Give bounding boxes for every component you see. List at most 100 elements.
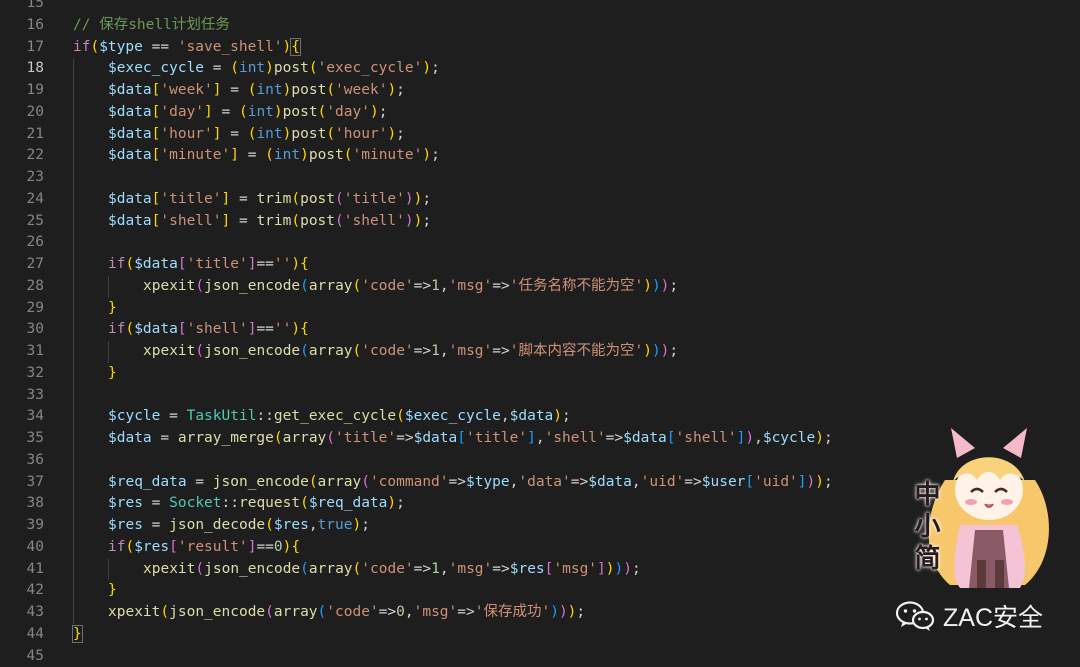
code-token: ( (361, 474, 370, 490)
watermark-text: ZAC安全 (943, 598, 1043, 634)
code-line[interactable]: 23 (0, 167, 1080, 189)
code-token: , (440, 561, 449, 577)
code-token: ; (396, 126, 405, 142)
code-line[interactable]: 17if($type == 'save_shell'){ (0, 37, 1080, 59)
code-token: 'day' (160, 104, 204, 120)
code-token: 'msg' (449, 561, 493, 577)
code-token: true (318, 517, 353, 533)
code-token: = (160, 408, 186, 424)
code-text: $res = Socket::request($req_data); (108, 493, 405, 515)
code-token: ) (422, 147, 431, 163)
code-token: post (283, 104, 318, 120)
code-line[interactable]: 25$data['shell'] = trim(post('shell')); (0, 211, 1080, 233)
code-token: == (256, 539, 273, 555)
code-token: ) (606, 561, 615, 577)
code-token: $data (588, 474, 632, 490)
code-line[interactable]: 32} (0, 363, 1080, 385)
code-line[interactable]: 20$data['day'] = (int)post('day'); (0, 102, 1080, 124)
code-token: 'msg' (449, 343, 493, 359)
code-token: ; (422, 191, 431, 207)
code-token: 'title' (187, 256, 248, 272)
code-text: $cycle = TaskUtil::get_exec_cycle($exec_… (108, 406, 571, 428)
code-line[interactable]: 45 (0, 646, 1080, 667)
code-line[interactable]: 18$exec_cycle = (int)post('exec_cycle'); (0, 58, 1080, 80)
code-token: if (73, 39, 90, 55)
indent-guide (73, 211, 74, 233)
code-token: $data (623, 430, 667, 446)
code-token: $data (108, 213, 152, 229)
code-token: 'week' (335, 82, 387, 98)
code-token: [ (178, 256, 187, 272)
code-line[interactable]: 33 (0, 385, 1080, 407)
code-line[interactable]: 31xpexit(json_encode(array('code'=>1,'ms… (0, 341, 1080, 363)
code-token: 'result' (178, 539, 248, 555)
code-token: TaskUtil (187, 408, 257, 424)
indent-guide (73, 363, 74, 385)
code-line[interactable]: 16// 保存shell计划任务 (0, 15, 1080, 37)
code-text: $data['hour'] = (int)post('hour'); (108, 124, 405, 146)
code-token: ( (239, 104, 248, 120)
code-token: if (108, 539, 125, 555)
code-token: '任务名称不能为空' (510, 278, 643, 294)
code-token: post (291, 126, 326, 142)
line-number: 29 (0, 298, 44, 320)
line-number: 21 (0, 124, 44, 146)
code-token: ) (265, 60, 274, 76)
code-token: ) (550, 604, 559, 620)
code-line[interactable]: 30if($data['shell']==''){ (0, 319, 1080, 341)
line-number: 19 (0, 80, 44, 102)
code-token: 'code' (361, 343, 413, 359)
code-token: ) (387, 82, 396, 98)
code-line[interactable]: 22$data['minute'] = (int)post('minute'); (0, 145, 1080, 167)
code-token: ( (265, 604, 274, 620)
code-token: $user (702, 474, 746, 490)
code-line[interactable]: 19$data['week'] = (int)post('week'); (0, 80, 1080, 102)
code-text: $data['day'] = (int)post('day'); (108, 102, 387, 124)
code-token: $data (108, 82, 152, 98)
code-token: ) (300, 147, 309, 163)
code-token: get_exec_cycle (274, 408, 396, 424)
code-token: array (283, 430, 327, 446)
code-token: $data (108, 430, 152, 446)
line-number: 23 (0, 167, 44, 189)
line-number: 18 (0, 58, 44, 80)
indent-guide (73, 537, 74, 559)
code-token: ] (213, 126, 222, 142)
code-token: 'title' (466, 430, 527, 446)
code-token: = (222, 126, 248, 142)
line-number: 30 (0, 319, 44, 341)
code-token: ( (90, 39, 99, 55)
code-token: } (73, 626, 82, 642)
code-token: ; (669, 343, 678, 359)
code-token: = (143, 495, 169, 511)
code-line[interactable]: 24$data['title'] = trim(post('title')); (0, 189, 1080, 211)
code-text: } (108, 363, 117, 385)
code-token: ( (335, 191, 344, 207)
code-token: trim (256, 213, 291, 229)
line-number: 15 (0, 0, 44, 15)
code-token: 'title' (160, 191, 221, 207)
code-token: post (300, 213, 335, 229)
code-token: ( (326, 82, 335, 98)
code-line[interactable]: 26 (0, 232, 1080, 254)
code-line[interactable]: 21 $data['hour'] = (int)post('hour'); (0, 124, 1080, 146)
code-line[interactable]: 27if($data['title']==''){ (0, 254, 1080, 276)
indent-guide (73, 167, 74, 189)
code-line[interactable]: 29} (0, 298, 1080, 320)
code-token: if (108, 321, 125, 337)
indent-guide (73, 428, 74, 450)
code-line[interactable]: 28xpexit(json_encode(array('code'=>1,'ms… (0, 276, 1080, 298)
code-token: '' (274, 321, 291, 337)
code-token: $type (99, 39, 143, 55)
code-token: , (405, 604, 414, 620)
code-token: int (239, 60, 265, 76)
code-token: '脚本内容不能为空' (510, 343, 643, 359)
code-token: $res (108, 495, 143, 511)
code-token: ( (195, 343, 204, 359)
code-token: $data (108, 104, 152, 120)
code-token: post (300, 191, 335, 207)
line-number: 20 (0, 102, 44, 124)
code-token: ( (274, 430, 283, 446)
code-token: ; (361, 517, 370, 533)
code-line[interactable]: 15 (0, 0, 1080, 15)
